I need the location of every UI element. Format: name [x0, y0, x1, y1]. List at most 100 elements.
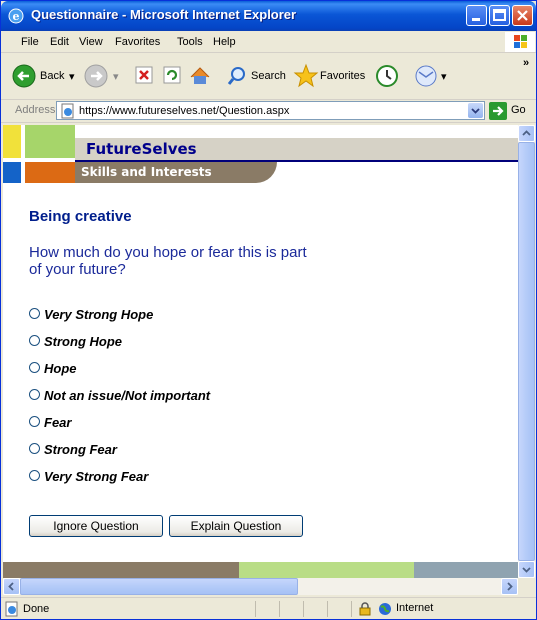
explain-question-button[interactable]: Explain Question	[169, 515, 303, 537]
footer-band-green	[239, 562, 414, 578]
chevron-left-icon	[8, 582, 14, 591]
security-zone-label: Internet	[396, 602, 434, 614]
status-cell	[279, 601, 302, 617]
radio-button[interactable]	[29, 416, 40, 427]
minimize-button[interactable]	[466, 5, 487, 26]
option-label[interactable]: Not an issue/Not important	[44, 388, 210, 403]
menu-edit[interactable]: Edit	[50, 36, 69, 48]
address-field[interactable]: https://www.futureselves.net/Question.as…	[56, 101, 485, 120]
header-orange-block	[25, 162, 75, 183]
menu-help[interactable]: Help	[213, 36, 236, 48]
ignore-question-button[interactable]: Ignore Question	[29, 515, 163, 537]
search-icon[interactable]	[227, 61, 249, 91]
history-icon[interactable]	[374, 61, 400, 91]
option-label[interactable]: Very Strong Fear	[44, 469, 148, 484]
ie-window: e Questionnaire - Microsoft Internet Exp…	[0, 0, 537, 620]
option-label[interactable]: Hope	[44, 361, 77, 376]
horizontal-scrollbar[interactable]	[3, 578, 518, 595]
radio-button[interactable]	[29, 443, 40, 454]
header-yellow-block	[3, 125, 21, 158]
vertical-scroll-thumb[interactable]	[518, 142, 535, 561]
radio-button[interactable]	[29, 470, 40, 481]
section-title: Being creative	[29, 208, 132, 225]
back-arrow-icon[interactable]	[11, 61, 37, 91]
address-label: Address	[15, 104, 56, 116]
back-button-label[interactable]: Back	[40, 70, 64, 82]
vertical-scrollbar[interactable]	[518, 125, 535, 578]
footer-color-band	[3, 562, 518, 578]
page-icon	[61, 103, 74, 119]
minimize-icon	[472, 18, 480, 21]
menu-favorites[interactable]: Favorites	[115, 36, 160, 48]
option-label[interactable]: Fear	[44, 415, 71, 430]
status-zone-cell: Internet	[351, 601, 522, 617]
option-label[interactable]: Strong Fear	[44, 442, 117, 457]
windows-flag-icon	[505, 32, 535, 52]
footer-band-grey	[414, 562, 518, 578]
footer-band-brown	[3, 562, 239, 578]
address-url[interactable]: https://www.futureselves.net/Question.as…	[79, 105, 289, 117]
maximize-button[interactable]	[489, 5, 510, 26]
mail-icon[interactable]	[413, 61, 441, 91]
question-text: How much do you hope or fear this is par…	[29, 244, 307, 278]
scroll-left-button[interactable]	[3, 578, 20, 595]
scroll-up-button[interactable]	[518, 125, 535, 142]
header-green-block	[25, 125, 75, 158]
favorites-star-icon[interactable]	[293, 61, 319, 91]
scroll-right-button[interactable]	[501, 578, 518, 595]
home-icon[interactable]	[187, 61, 213, 91]
option-label[interactable]: Strong Hope	[44, 334, 122, 349]
favorites-button-label[interactable]: Favorites	[320, 70, 365, 82]
title-bar[interactable]: e Questionnaire - Microsoft Internet Exp…	[1, 1, 536, 31]
radio-button[interactable]	[29, 389, 40, 400]
menu-bar: File Edit View Favorites Tools Help	[1, 32, 536, 53]
close-icon	[517, 10, 528, 21]
chevron-down-icon	[522, 567, 531, 573]
scroll-corner	[518, 578, 535, 595]
header-blue-block	[3, 162, 21, 183]
radio-button[interactable]	[29, 308, 40, 319]
scroll-down-button[interactable]	[518, 561, 535, 578]
close-button[interactable]	[512, 5, 533, 26]
menu-tools[interactable]: Tools	[177, 36, 203, 48]
radio-button[interactable]	[29, 362, 40, 373]
svg-text:e: e	[13, 10, 20, 23]
stop-icon[interactable]	[133, 61, 155, 91]
horizontal-scroll-thumb[interactable]	[20, 578, 298, 595]
status-cell	[327, 601, 350, 617]
search-button-label[interactable]: Search	[251, 70, 286, 82]
ie-logo-icon: e	[8, 8, 24, 24]
option-label[interactable]: Very Strong Hope	[44, 307, 153, 322]
status-cell	[255, 601, 278, 617]
header-subtitle-tab: Skills and Interests	[75, 162, 277, 183]
back-dropdown-icon[interactable]: ▾	[69, 70, 75, 83]
address-dropdown-button[interactable]	[468, 103, 483, 118]
page-content: FutureSelves Skills and Interests Being …	[3, 125, 518, 578]
chevron-up-icon	[522, 130, 531, 136]
refresh-icon[interactable]	[161, 61, 183, 91]
globe-icon	[379, 603, 391, 615]
site-brand: FutureSelves	[86, 140, 197, 158]
menu-file[interactable]: File	[21, 36, 39, 48]
lock-icon	[359, 602, 371, 616]
radio-button[interactable]	[29, 335, 40, 346]
status-text: Done	[23, 603, 50, 615]
chevron-down-icon	[471, 108, 480, 114]
page-done-icon	[5, 601, 18, 617]
chevron-right-icon	[507, 582, 513, 591]
toolbar-chevron[interactable]: »	[523, 57, 529, 69]
address-bar: Address https://www.futureselves.net/Que…	[1, 100, 536, 123]
mail-dropdown-icon[interactable]: ▾	[441, 70, 447, 83]
forward-dropdown-icon[interactable]: ▾	[113, 70, 119, 83]
forward-arrow-icon[interactable]	[83, 61, 109, 91]
standard-toolbar: Back ▾ ▾ Search Favorites ▾ »	[1, 53, 536, 100]
menu-view[interactable]: View	[79, 36, 103, 48]
status-bar: Done Internet	[1, 597, 536, 620]
status-cell	[303, 601, 326, 617]
window-title: Questionnaire - Microsoft Internet Explo…	[31, 7, 297, 22]
go-label[interactable]: Go	[511, 104, 526, 116]
go-arrow-icon	[493, 106, 504, 116]
go-button[interactable]	[489, 102, 507, 120]
header-subtitle: Skills and Interests	[81, 165, 212, 179]
maximize-icon	[493, 9, 506, 21]
